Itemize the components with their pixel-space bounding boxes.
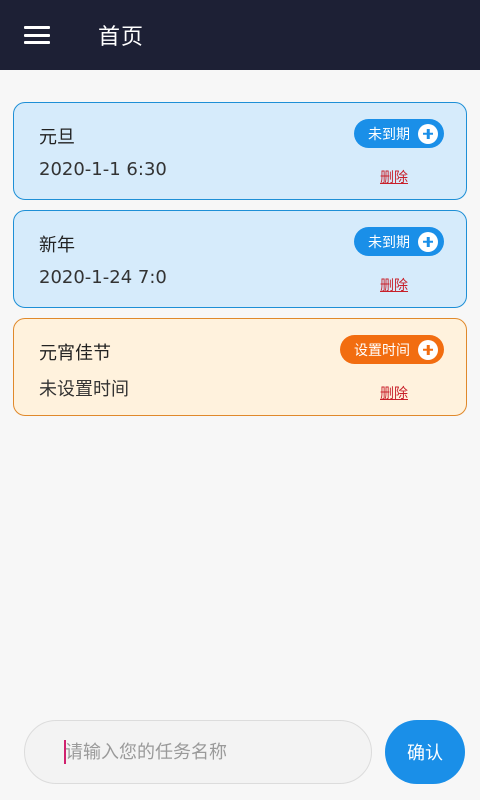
delete-link[interactable]: 删除 xyxy=(380,275,408,295)
plus-circle-icon xyxy=(418,339,438,360)
status-label: 设置时间 xyxy=(354,342,410,359)
plus-circle-icon xyxy=(418,123,438,144)
task-list: 元旦 2020-1-1 6:30 未到期 删除 新年 2020-1-24 7:0… xyxy=(13,102,467,426)
set-time-button[interactable]: 设置时间 xyxy=(340,335,444,364)
menu-button[interactable] xyxy=(2,0,72,70)
text-caret xyxy=(64,740,66,764)
input-bar: 确认 xyxy=(0,716,480,800)
task-name: 元旦 xyxy=(39,127,75,148)
task-name: 元宵佳节 xyxy=(39,343,111,364)
page-title: 首页 xyxy=(98,25,145,50)
delete-link[interactable]: 删除 xyxy=(380,167,408,187)
app-bar: 首页 xyxy=(0,0,480,70)
task-time: 2020-1-1 6:30 xyxy=(39,159,167,180)
task-time: 2020-1-24 7:0 xyxy=(39,267,167,288)
status-button[interactable]: 未到期 xyxy=(354,227,444,256)
task-time: 未设置时间 xyxy=(39,379,129,400)
task-card: 新年 2020-1-24 7:0 未到期 删除 xyxy=(13,210,467,308)
status-label: 未到期 xyxy=(368,126,410,143)
status-label: 未到期 xyxy=(368,234,410,251)
plus-circle-icon xyxy=(418,231,438,252)
hamburger-menu-icon xyxy=(24,26,50,44)
delete-link[interactable]: 删除 xyxy=(380,383,408,403)
confirm-button[interactable]: 确认 xyxy=(385,720,465,784)
task-card: 元旦 2020-1-1 6:30 未到期 删除 xyxy=(13,102,467,200)
task-card: 元宵佳节 未设置时间 设置时间 删除 xyxy=(13,318,467,416)
task-name: 新年 xyxy=(39,235,75,256)
task-name-input[interactable] xyxy=(24,720,372,784)
status-button[interactable]: 未到期 xyxy=(354,119,444,148)
